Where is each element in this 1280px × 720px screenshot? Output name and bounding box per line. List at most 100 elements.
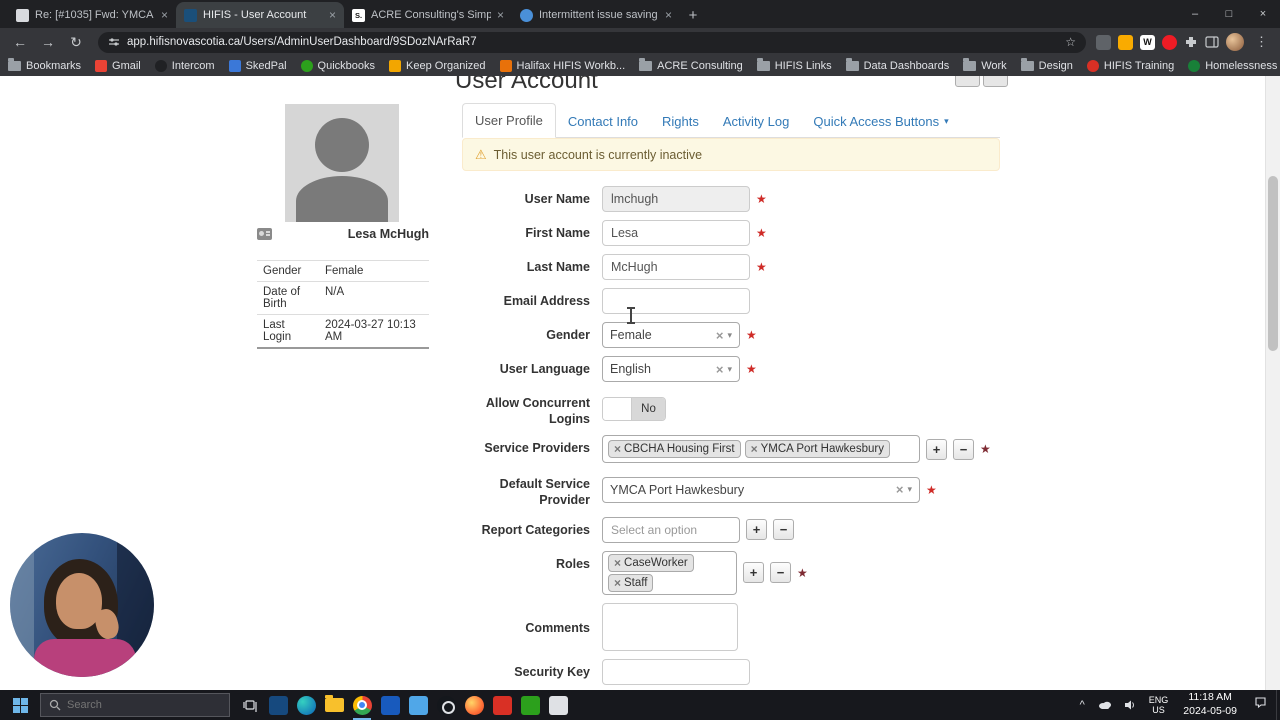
remove-role-button[interactable]: −	[770, 562, 791, 583]
last-name-input[interactable]	[602, 254, 750, 280]
edge-icon[interactable]	[292, 690, 320, 720]
extension-icon-1[interactable]	[1096, 34, 1111, 50]
page-title: User Account	[455, 76, 598, 94]
bookmark-hifis-training[interactable]: HIFIS Training	[1086, 60, 1174, 72]
address-bar[interactable]: app.hifisnovascotia.ca/Users/AdminUserDa…	[98, 31, 1086, 53]
default-service-provider-select[interactable]: YMCA Port Hawkesbury × ▾	[602, 476, 920, 503]
clear-selection-icon[interactable]: ×	[716, 362, 724, 377]
add-role-button[interactable]: +	[743, 562, 764, 583]
bookmark-data-dashboards[interactable]: Data Dashboards	[845, 58, 949, 72]
remove-tag-icon[interactable]: ×	[614, 576, 621, 590]
bookmark-quickbooks[interactable]: Quickbooks	[300, 60, 375, 72]
back-button[interactable]: ←	[8, 30, 32, 54]
window-minimize-button[interactable]: –	[1178, 0, 1212, 28]
notification-center-icon[interactable]	[1245, 696, 1276, 714]
bookmark-intercom[interactable]: Intercom	[154, 60, 215, 72]
tab-close-icon[interactable]: ×	[329, 8, 336, 22]
show-desktop-button[interactable]	[1276, 690, 1280, 720]
new-tab-button[interactable]: +	[680, 2, 706, 28]
page-action-button-2[interactable]	[983, 76, 1008, 87]
bookmark-halifax-hifis[interactable]: Halifax HIFIS Workb...	[499, 60, 625, 72]
role-tag: × Staff	[608, 573, 654, 592]
volume-icon[interactable]	[1118, 699, 1142, 711]
page-scrollbar[interactable]	[1265, 76, 1280, 690]
roles-field[interactable]: × CaseWorker × Staff	[602, 550, 737, 595]
chrome-icon[interactable]	[348, 690, 376, 720]
firefox-icon[interactable]	[460, 690, 488, 720]
browser-tab-simplero[interactable]: S. ACRE Consulting's Simplero ×	[344, 2, 512, 28]
profile-avatar[interactable]	[1226, 33, 1244, 51]
clear-selection-icon[interactable]: ×	[716, 328, 724, 343]
bookmark-skedpal[interactable]: SkedPal	[228, 60, 287, 72]
page-action-button-1[interactable]	[955, 76, 980, 87]
tab-rights[interactable]: Rights	[650, 105, 711, 138]
browser-tab-issue[interactable]: Intermittent issue saving users ×	[512, 2, 680, 28]
window-maximize-button[interactable]: □	[1212, 0, 1246, 28]
add-service-provider-button[interactable]: +	[926, 438, 947, 460]
remove-tag-icon[interactable]: ×	[614, 442, 621, 456]
tab-close-icon[interactable]: ×	[497, 8, 504, 22]
forward-button[interactable]: →	[36, 30, 60, 54]
obs-icon[interactable]	[432, 690, 460, 720]
remove-tag-icon[interactable]: ×	[751, 442, 758, 456]
security-key-input[interactable]	[602, 658, 750, 685]
concurrent-logins-toggle[interactable]: No	[602, 396, 666, 421]
user-name-input[interactable]	[602, 186, 750, 212]
outlook-icon[interactable]	[264, 690, 292, 720]
service-providers-field[interactable]: × CBCHA Housing First × YMCA Port Hawkesbu…	[602, 435, 920, 464]
extensions-puzzle-icon[interactable]	[1184, 35, 1198, 49]
tray-expand-chevron[interactable]: ^	[1073, 699, 1092, 711]
site-info-icon[interactable]	[108, 36, 120, 48]
remove-service-provider-button[interactable]: −	[953, 438, 974, 460]
start-button[interactable]	[0, 690, 40, 720]
onedrive-icon[interactable]	[1092, 700, 1118, 710]
email-input[interactable]	[602, 288, 750, 314]
clear-selection-icon[interactable]: ×	[896, 482, 904, 497]
bookmark-work[interactable]: Work	[963, 58, 1007, 72]
gender-select[interactable]: Female × ▾	[602, 322, 740, 348]
tab-quick-access-buttons[interactable]: Quick Access Buttons ▾	[801, 105, 960, 138]
teams-icon[interactable]	[404, 690, 432, 720]
window-close-button[interactable]: ×	[1246, 0, 1280, 28]
remove-tag-icon[interactable]: ×	[614, 556, 621, 570]
wikipedia-extension-icon[interactable]: W	[1140, 34, 1155, 50]
tab-close-icon[interactable]: ×	[665, 8, 672, 22]
field-label: User Language	[499, 362, 590, 376]
tab-contact-info[interactable]: Contact Info	[556, 105, 650, 138]
browser-tab-email[interactable]: Re: [#1035] Fwd: YMCA Servic ×	[8, 2, 176, 28]
clock[interactable]: 11:18 AM 2024-05-09	[1175, 691, 1245, 718]
tab-close-icon[interactable]: ×	[161, 8, 168, 22]
bookmark-gmail[interactable]: Gmail	[95, 60, 141, 72]
scrollbar-thumb[interactable]	[1268, 176, 1278, 351]
adobe-icon[interactable]	[488, 690, 516, 720]
quickbooks-app-icon[interactable]	[516, 690, 544, 720]
bookmark-hifis-links[interactable]: HIFIS Links	[756, 58, 832, 72]
bookmark-homelessness-learning[interactable]: Homelessness Learn...	[1188, 60, 1280, 72]
bookmark-star-icon[interactable]: ☆	[1065, 35, 1076, 49]
search-input[interactable]	[67, 699, 221, 711]
bookmark-keep-organized[interactable]: Keep Organized	[389, 60, 486, 72]
notepad-icon[interactable]	[544, 690, 572, 720]
file-explorer-icon[interactable]	[320, 690, 348, 720]
add-report-category-button[interactable]: +	[746, 519, 767, 540]
report-categories-field[interactable]: Select an option	[602, 516, 740, 543]
word-icon[interactable]	[376, 690, 404, 720]
language-indicator[interactable]: ENG US	[1142, 695, 1176, 716]
pocket-extension-icon[interactable]	[1162, 34, 1177, 50]
tab-user-profile[interactable]: User Profile	[462, 103, 556, 138]
browser-menu-icon[interactable]: ⋮	[1251, 34, 1272, 50]
tab-activity-log[interactable]: Activity Log	[711, 105, 801, 138]
refresh-button[interactable]: ↻	[64, 30, 88, 54]
first-name-input[interactable]	[602, 220, 750, 246]
side-panel-icon[interactable]	[1205, 35, 1219, 49]
bookmark-acre-consulting[interactable]: ACRE Consulting	[639, 58, 743, 72]
user-language-select[interactable]: English × ▾	[602, 356, 740, 382]
taskbar-search-box[interactable]	[40, 693, 230, 717]
extension-icon-2[interactable]	[1118, 34, 1133, 50]
comments-textarea[interactable]	[602, 602, 738, 651]
remove-report-category-button[interactable]: −	[773, 519, 794, 540]
bookmark-bookmarks-folder[interactable]: Bookmarks	[8, 58, 81, 72]
browser-tab-hifis[interactable]: HIFIS - User Account ×	[176, 2, 344, 28]
task-view-button[interactable]	[236, 690, 264, 720]
bookmark-design[interactable]: Design	[1020, 58, 1073, 72]
